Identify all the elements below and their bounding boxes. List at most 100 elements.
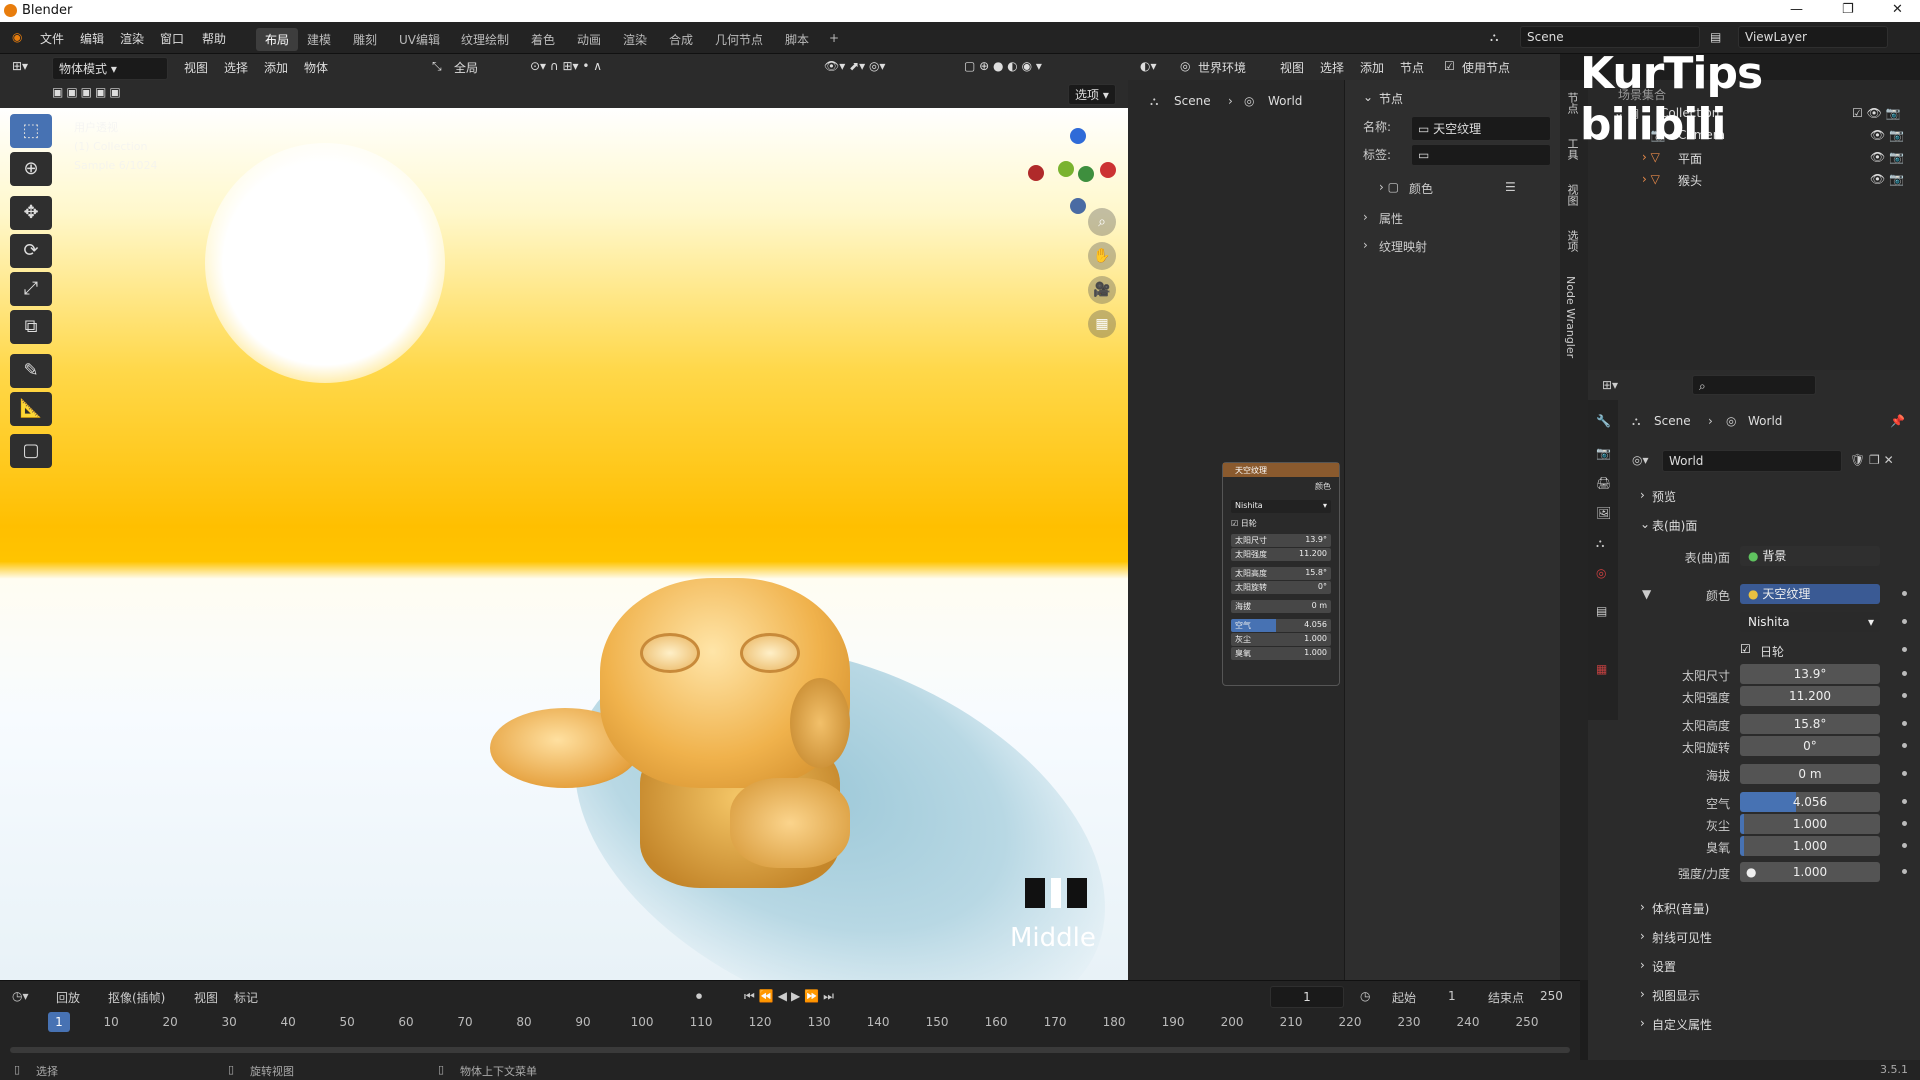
tab-layout[interactable]: 布局 <box>256 28 299 51</box>
expand-chevron-icon[interactable]: ▼ <box>1642 587 1651 601</box>
field-value[interactable]: 15.8° <box>1740 714 1880 734</box>
tab-shading[interactable]: 着色 <box>522 28 564 51</box>
keyframe-dot-icon[interactable] <box>1902 619 1907 624</box>
field-value[interactable]: 11.200 <box>1740 686 1880 706</box>
panel-collapse-icon[interactable]: ⌄ <box>1363 90 1373 104</box>
scale-tool-icon[interactable]: ⤢ <box>10 272 52 306</box>
node-sun-intensity[interactable]: 太阳强度 11.200 <box>1231 548 1331 561</box>
select-box-tool-icon[interactable]: ⬚ <box>10 114 52 148</box>
node-dust[interactable]: 灰尘 1.000 <box>1231 633 1331 646</box>
camera-view-icon[interactable]: 🎥 <box>1088 276 1116 304</box>
timeline-menu-view[interactable]: 视图 <box>194 989 218 1006</box>
datablock-actions-icons[interactable]: 🛡 ❐ ✕ <box>1850 453 1894 467</box>
node-sun-elevation[interactable]: 太阳高度 15.8° <box>1231 567 1331 580</box>
field-value[interactable]: 0° <box>1740 736 1880 756</box>
pivot-icon[interactable]: ⊙▾ ∩ ⊞▾ • ∧ <box>530 59 602 73</box>
output-tab-icon[interactable]: 🖨 <box>1596 476 1611 490</box>
pan-icon[interactable]: ✋ <box>1088 242 1116 270</box>
breadcrumb-world[interactable]: World <box>1268 94 1302 108</box>
properties-search[interactable]: ⌕ <box>1692 375 1816 395</box>
select-mode-icons[interactable]: ▣▣▣▣▣ <box>52 85 124 99</box>
tab-options[interactable]: 选项 <box>1564 230 1580 252</box>
current-frame-field[interactable]: 1 <box>1270 986 1344 1008</box>
add-workspace-icon[interactable]: + <box>820 28 848 48</box>
axis-y-icon[interactable] <box>1058 161 1074 177</box>
tab-sculpting[interactable]: 雕刻 <box>344 28 386 51</box>
props-section-label[interactable]: 属性 <box>1379 210 1403 227</box>
timeline-menu-playback[interactable]: 回放 <box>56 989 80 1006</box>
use-nodes-checkbox[interactable]: ☑ <box>1444 59 1455 73</box>
playhead[interactable]: 1 <box>48 1012 70 1032</box>
keyframe-dot-icon[interactable] <box>1902 771 1907 776</box>
view-layer-tab-icon[interactable]: 🖼 <box>1596 506 1611 520</box>
color-input-field[interactable]: ● 天空纹理 <box>1740 584 1880 604</box>
timeline-menu-keying[interactable]: 抠像(插帧) <box>108 989 165 1006</box>
node-editor-type-icon[interactable]: ◐▾ <box>1140 59 1157 73</box>
texmap-section-chevron-icon[interactable]: › <box>1363 238 1368 252</box>
keyframe-dot-icon[interactable] <box>1902 821 1907 826</box>
keyframe-dot-icon[interactable] <box>1902 869 1907 874</box>
axis-neg-x-icon[interactable] <box>1028 165 1044 181</box>
color-section-icon[interactable]: › ▢ <box>1379 180 1399 194</box>
settings-section-chevron-icon[interactable]: › <box>1640 958 1645 972</box>
texture-tab-icon[interactable]: ▦ <box>1596 662 1607 676</box>
keyframe-dot-icon[interactable] <box>1902 743 1907 748</box>
breadcrumb-scene[interactable]: Scene <box>1174 94 1211 108</box>
field-value[interactable]: 1.000 <box>1740 836 1880 856</box>
outliner-item-monkey[interactable]: › ▽ 猴头 👁 📷 <box>1588 172 1920 194</box>
field-value[interactable]: 13.9° <box>1740 664 1880 684</box>
props-section-chevron-icon[interactable]: › <box>1363 210 1368 224</box>
keyframe-dot-icon[interactable] <box>1902 647 1907 652</box>
editor-type-icon[interactable]: ⊞▾ <box>12 59 28 73</box>
menu-help[interactable]: 帮助 <box>202 30 226 47</box>
node-name-field[interactable]: ▭ 天空纹理 <box>1411 116 1551 141</box>
visibility-icon[interactable]: 👁▾ ⬈▾ ◎▾ <box>824 59 885 73</box>
node-menu-select[interactable]: 选择 <box>1320 59 1344 76</box>
start-frame-field[interactable]: 1 <box>1448 989 1456 1003</box>
surface-section-chevron-icon[interactable]: ⌄ <box>1640 517 1650 531</box>
viewport-menu-select[interactable]: 选择 <box>224 59 248 76</box>
measure-tool-icon[interactable]: 📐 <box>10 392 52 426</box>
viewlayer-selector[interactable]: ViewLayer <box>1738 26 1888 48</box>
tab-geometry-nodes[interactable]: 几何节点 <box>706 28 772 51</box>
rotate-tool-icon[interactable]: ⟳ <box>10 234 52 268</box>
world-tab-icon[interactable]: ◎ <box>1596 566 1606 580</box>
strength-field[interactable]: ● 1.000 <box>1740 862 1880 882</box>
sky-texture-node[interactable]: 天空纹理 颜色 Nishita ▾ ☑ 日轮 太阳尺寸 13.9° 太阳强度 11.2… <box>1222 462 1340 686</box>
viewport-display-section-chevron-icon[interactable]: › <box>1640 987 1645 1001</box>
list-icon[interactable]: ☰ <box>1505 180 1516 194</box>
custom-props-section[interactable]: 自定义属性 <box>1652 1016 1712 1033</box>
timeline-menu-marker[interactable]: 标记 <box>234 989 258 1006</box>
keyframe-dot-icon[interactable] <box>1902 721 1907 726</box>
sky-type-dropdown[interactable]: Nishita ▾ <box>1740 612 1880 632</box>
menu-file[interactable]: 文件 <box>40 30 64 47</box>
scene-icon[interactable]: ⛬ <box>1490 30 1498 45</box>
render-tab-icon[interactable]: 📷 <box>1596 446 1611 460</box>
close-icon[interactable]: ✕ <box>1892 2 1903 17</box>
tab-tool[interactable]: 工具 <box>1564 138 1580 160</box>
end-frame-field[interactable]: 250 <box>1540 989 1563 1003</box>
keyframe-dot-icon[interactable] <box>1902 799 1907 804</box>
settings-section[interactable]: 设置 <box>1652 958 1676 975</box>
minimize-icon[interactable]: — <box>1790 2 1803 17</box>
node-label-field[interactable]: ▭ <box>1411 144 1551 166</box>
node-sun-disk[interactable]: ☑ 日轮 <box>1223 514 1339 533</box>
menu-edit[interactable]: 编辑 <box>80 30 104 47</box>
volume-section-chevron-icon[interactable]: › <box>1640 900 1645 914</box>
viewlayer-icon[interactable]: ▤ <box>1710 30 1721 44</box>
tool-tab-icon[interactable]: 🔧 <box>1596 414 1611 428</box>
node-altitude[interactable]: 海拔 0 m <box>1231 600 1331 613</box>
axis-neg-z-icon[interactable] <box>1070 198 1086 214</box>
shading-mode-icons[interactable]: ▢ ⊕ ● ◐ ◉ ▾ <box>964 59 1042 73</box>
axis-neg-y-icon[interactable] <box>1078 166 1094 182</box>
world-dropdown[interactable]: 世界环境 <box>1198 59 1246 76</box>
keyframe-dot-icon[interactable] <box>1902 591 1907 596</box>
visibility-icons[interactable]: 👁 📷 <box>1870 172 1904 186</box>
sun-disk-checkbox[interactable]: ☑ <box>1740 642 1751 656</box>
tab-uv-editing[interactable]: UV编辑 <box>390 28 449 51</box>
keyframe-dot-icon[interactable] <box>1902 843 1907 848</box>
color-section-label[interactable]: 颜色 <box>1409 180 1433 197</box>
preview-section-chevron-icon[interactable]: › <box>1640 488 1645 502</box>
axis-x-icon[interactable] <box>1100 162 1116 178</box>
preview-section[interactable]: 预览 <box>1652 488 1676 505</box>
